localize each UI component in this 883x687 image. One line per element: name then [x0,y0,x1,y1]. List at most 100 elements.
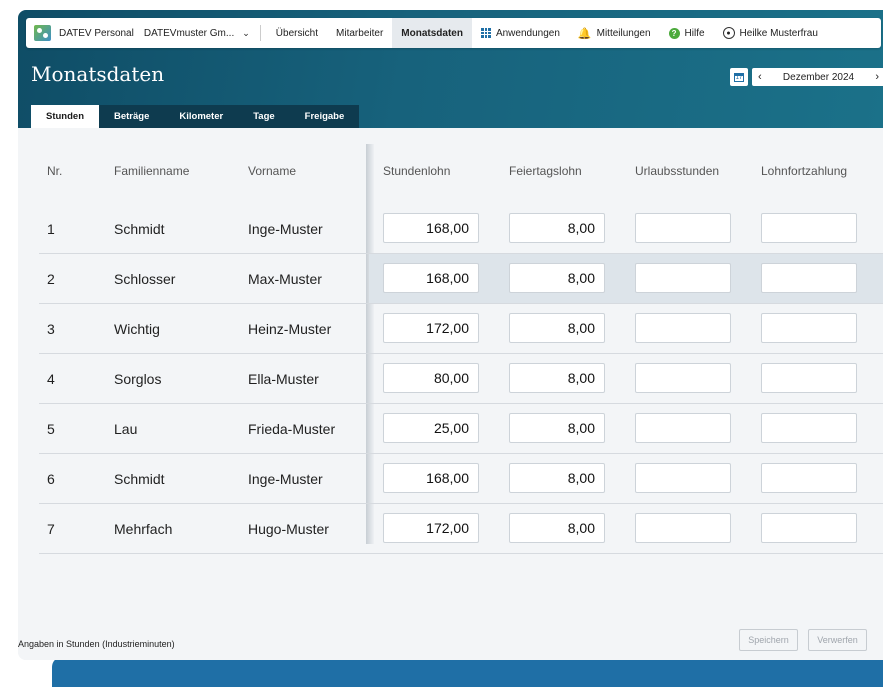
urlaubsstunden-input[interactable] [635,313,731,343]
feiertagslohn-input[interactable]: 8,00 [509,413,605,443]
tab-stunden[interactable]: Stunden [31,105,99,128]
nav-mitarbeiter-label: Mitarbeiter [336,27,384,39]
tab-bar: Stunden Beträge Kilometer Tage Freigabe [31,105,360,128]
nav-hilfe-label: Hilfe [684,27,705,39]
bell-icon: 🔔 [577,27,592,40]
feiertagslohn-input[interactable]: 8,00 [509,363,605,393]
cell-vorname: Heinz-Muster [248,321,332,337]
nav-monatsdaten[interactable]: Monatsdaten [392,18,472,48]
feiertagslohn-input[interactable]: 8,00 [509,313,605,343]
nav-anwendungen-label: Anwendungen [495,27,560,39]
nav-mitteilungen-label: Mitteilungen [596,27,651,39]
bottom-accent-bar [52,657,883,687]
stundenlohn-input[interactable]: 172,00 [383,513,479,543]
header-feiertagslohn: Feiertagslohn [509,164,582,178]
cell-familienname: Lau [114,421,138,437]
cell-nr: 4 [47,371,55,387]
period-selector: ‹ Dezember 2024 › [752,68,883,86]
feiertagslohn-input[interactable]: 8,00 [509,263,605,293]
lohnfortzahlung-input[interactable] [761,263,857,293]
feiertagslohn-input[interactable]: 8,00 [509,513,605,543]
company-selector[interactable]: DATEVmuster Gm... [144,28,234,39]
nav-monatsdaten-label: Monatsdaten [401,27,463,39]
header-urlaubsstunden: Urlaubsstunden [635,164,720,178]
stundenlohn-input[interactable]: 168,00 [383,463,479,493]
lohnfortzahlung-input[interactable] [761,463,857,493]
cell-nr: 1 [47,221,55,237]
stundenlohn-input[interactable]: 168,00 [383,213,479,243]
table-row[interactable]: 5 Lau Frieda-Muster 25,00 8,00 [39,404,883,454]
units-note: Angaben in Stunden (Industrieminuten) [18,639,175,649]
tab-freigabe[interactable]: Freigabe [290,105,360,128]
header-vorname: Vorname [248,164,297,178]
calendar-button[interactable]: 17 [730,68,748,86]
chevron-left-icon[interactable]: ‹ [758,71,762,83]
tab-betraege[interactable]: Beträge [99,105,164,128]
nav-mitteilungen[interactable]: 🔔 Mitteilungen [569,18,660,48]
stundenlohn-input[interactable]: 80,00 [383,363,479,393]
cell-nr: 7 [47,521,55,537]
nav-user[interactable]: ● Heilke Musterfrau [714,18,827,48]
table-row[interactable]: 1 Schmidt Inge-Muster 168,00 8,00 [39,204,883,254]
tab-tage[interactable]: Tage [238,105,289,128]
nav-hilfe[interactable]: ? Hilfe [660,18,714,48]
discard-button[interactable]: Verwerfen [808,629,867,651]
lohnfortzahlung-input[interactable] [761,213,857,243]
cell-vorname: Hugo-Muster [248,521,329,537]
user-name: Heilke Musterfrau [739,27,818,39]
header-stundenlohn: Stundenlohn [383,164,451,178]
urlaubsstunden-input[interactable] [635,513,731,543]
cell-familienname: Sorglos [114,371,162,387]
cell-familienname: Mehrfach [114,521,173,537]
urlaubsstunden-input[interactable] [635,413,731,443]
cell-familienname: Schmidt [114,221,165,237]
urlaubsstunden-input[interactable] [635,263,731,293]
nav-uebersicht[interactable]: Übersicht [267,18,327,48]
lohnfortzahlung-input[interactable] [761,513,857,543]
calendar-icon: 17 [734,72,744,82]
urlaubsstunden-input[interactable] [635,363,731,393]
cell-familienname: Wichtig [114,321,160,337]
urlaubsstunden-input[interactable] [635,213,731,243]
stundenlohn-input[interactable]: 172,00 [383,313,479,343]
user-icon: ● [722,27,735,39]
feiertagslohn-input[interactable]: 8,00 [509,213,605,243]
datev-logo-icon [34,25,51,41]
cell-nr: 6 [47,471,55,487]
cell-familienname: Schmidt [114,471,165,487]
cell-vorname: Ella-Muster [248,371,319,387]
table-row[interactable]: 6 Schmidt Inge-Muster 168,00 8,00 [39,454,883,504]
nav-mitarbeiter[interactable]: Mitarbeiter [327,18,392,48]
table-row[interactable]: 4 Sorglos Ella-Muster 80,00 8,00 [39,354,883,404]
lohnfortzahlung-input[interactable] [761,413,857,443]
feiertagslohn-input[interactable]: 8,00 [509,463,605,493]
chevron-right-icon[interactable]: › [875,71,879,83]
top-navigation: DATEV Personal DATEVmuster Gm... ⌄ Übers… [26,18,881,48]
cell-vorname: Max-Muster [248,271,322,287]
cell-nr: 3 [47,321,55,337]
header-nr: Nr. [47,164,63,178]
lohnfortzahlung-input[interactable] [761,313,857,343]
apps-grid-icon [480,28,491,38]
nav-anwendungen[interactable]: Anwendungen [472,18,569,48]
table-row[interactable]: 3 Wichtig Heinz-Muster 172,00 8,00 [39,304,883,354]
save-button[interactable]: Speichern [739,629,798,651]
table-row[interactable]: 7 Mehrfach Hugo-Muster 172,00 8,00 [39,504,883,554]
cell-vorname: Inge-Muster [248,221,323,237]
lohnfortzahlung-input[interactable] [761,363,857,393]
stundenlohn-input[interactable]: 168,00 [383,263,479,293]
nav-uebersicht-label: Übersicht [275,27,319,39]
cell-nr: 2 [47,271,55,287]
table-row[interactable]: 2 Schlosser Max-Muster 168,00 8,00 [39,254,883,304]
urlaubsstunden-input[interactable] [635,463,731,493]
cell-vorname: Inge-Muster [248,471,323,487]
header-familienname: Familienname [114,164,190,178]
table-panel: Nr. Familienname Vorname Stundenlohn Fei… [18,128,883,660]
chevron-down-icon[interactable]: ⌄ [242,28,250,39]
header-lohnfortzahlung: Lohnfortzahlung [761,164,848,178]
page-title: Monatsdaten [31,62,165,86]
tab-kilometer[interactable]: Kilometer [164,105,238,128]
stundenlohn-input[interactable]: 25,00 [383,413,479,443]
cell-familienname: Schlosser [114,271,176,287]
header: DATEV Personal DATEVmuster Gm... ⌄ Übers… [18,10,883,128]
